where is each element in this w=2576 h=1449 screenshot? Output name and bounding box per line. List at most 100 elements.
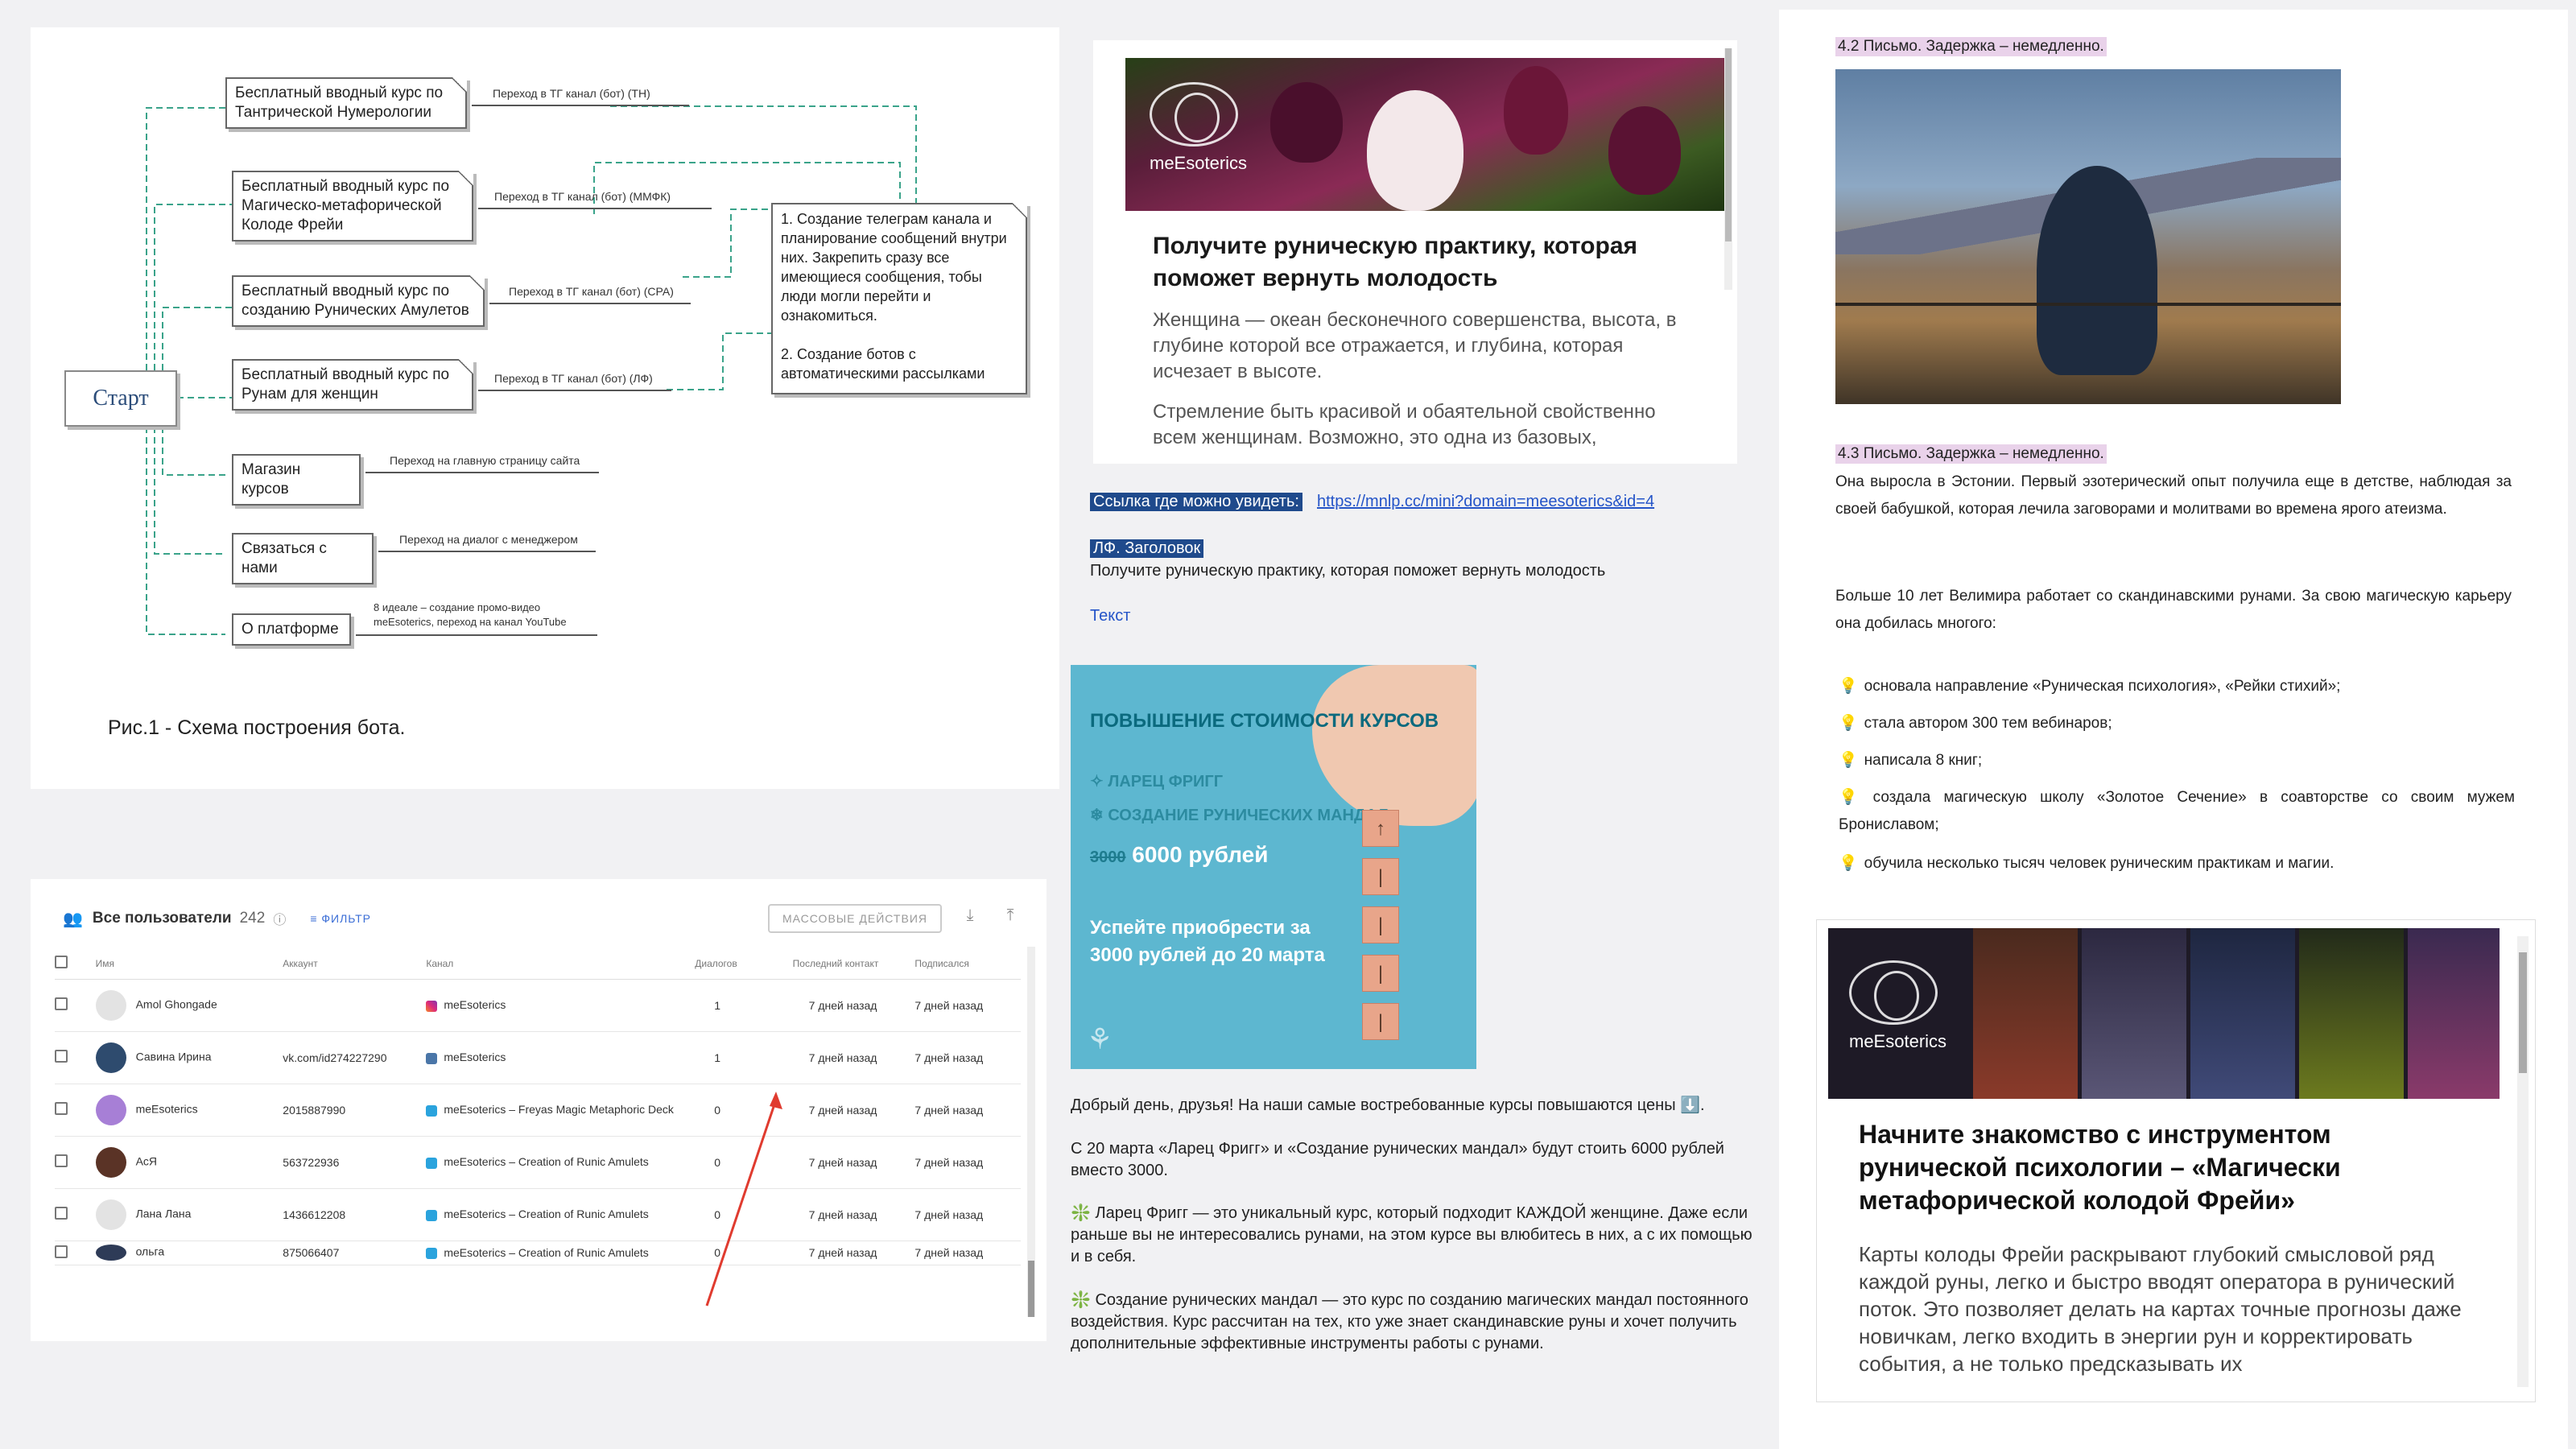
user-name[interactable]: ольга — [136, 1245, 165, 1258]
table-row[interactable]: ольга 875066407 meEsoterics – Creation o… — [55, 1241, 1021, 1265]
col-account[interactable]: Аккаунт — [283, 948, 427, 980]
wooden-blocks: ↑ | | | | — [1362, 810, 1399, 1051]
row-checkbox[interactable] — [55, 1207, 68, 1220]
edge-label: Переход в ТГ канал (бот) (ММФК) — [494, 190, 671, 203]
col-last-contact[interactable]: Последний контакт — [792, 948, 915, 980]
user-channel: meEsoterics — [444, 998, 506, 1012]
diagram-node-tantric: Бесплатный вводный курс по Тантрической … — [225, 77, 467, 129]
card-image — [2190, 928, 2295, 1099]
user-last-contact: 7 дней назад — [792, 1031, 915, 1084]
user-subscribed: 7 дней назад — [914, 1188, 1021, 1241]
email-body-text: С 20 марта «Ларец Фригг» и «Создание рун… — [1071, 1140, 1724, 1179]
email-body-text: ❇️ Ларец Фригг — это уникальный курс, ко… — [1071, 1204, 1752, 1265]
instagram-icon — [426, 1000, 438, 1012]
user-name[interactable]: АсЯ — [136, 1154, 157, 1167]
mass-actions-button[interactable]: МАССОВЫЕ ДЕЙСТВИЯ — [767, 904, 942, 933]
table-row[interactable]: Amol Ghongade meEsoterics 1 7 дней назад… — [55, 979, 1021, 1032]
col-name[interactable]: Имя — [95, 948, 283, 980]
table-row[interactable]: АсЯ 563722936 meEsoterics – Creation of … — [55, 1136, 1021, 1189]
edge-label: Переход на главную страницу сайта — [390, 454, 580, 467]
card-image — [1973, 928, 2078, 1099]
telegram-icon — [426, 1104, 438, 1117]
upload-icon[interactable]: ⤒ — [998, 906, 1022, 931]
user-account: 1436612208 — [283, 1188, 427, 1241]
user-channel: meEsoterics – Freyas Magic Metaphoric De… — [444, 1103, 674, 1117]
promo-item-text: СОЗДАНИЕ РУНИЧЕСКИХ МАНДАЛ — [1108, 807, 1389, 824]
user-last-contact: 7 дней назад — [792, 1241, 915, 1265]
filter-button[interactable]: ≡ ФИЛЬТР — [310, 912, 371, 925]
filter-label: ФИЛЬТР — [321, 912, 371, 925]
email-scrollbar[interactable] — [1724, 48, 1732, 290]
avatar — [95, 989, 126, 1021]
email-paragraph: Женщина — океан бесконечного совершенств… — [1153, 309, 1677, 382]
text-link[interactable]: Текст — [1090, 607, 1130, 625]
figure-caption: Рис.1 - Схема построения бота. — [108, 716, 406, 739]
table-row[interactable]: meEsoterics 2015887990 meEsoterics – Fre… — [55, 1084, 1021, 1137]
list-item: 💡 обучила несколько тысяч человек руничес… — [1839, 850, 2515, 877]
promo-item: ✧ ЛАРЕЦ ФРИГГ — [1090, 773, 1224, 791]
user-name[interactable]: Amol Ghongade — [136, 997, 217, 1010]
user-channel: meEsoterics – Creation of Runic Amulets — [444, 1245, 649, 1259]
users-toolbar: 👥 Все пользователи 242 ⓘ ≡ ФИЛЬТР МАССОВ… — [63, 898, 1022, 939]
logo-mark-icon — [1849, 960, 1938, 1025]
user-dialogs: 1 — [695, 1031, 793, 1084]
edge-line — [478, 208, 712, 209]
block: | — [1362, 858, 1399, 895]
user-name[interactable]: meEsoterics — [136, 1102, 198, 1115]
table-scrollbar[interactable] — [1027, 947, 1035, 1317]
col-channel[interactable]: Канал — [426, 948, 696, 980]
diagram-node-contact: Связаться с нами — [232, 533, 374, 584]
woman-image — [2037, 166, 2157, 375]
user-dialogs: 1 — [695, 979, 793, 1032]
edge-label: 8 идеале – создание промо-видео meEsoter… — [374, 601, 567, 628]
list-item: 💡 основала направление «Руническая психол… — [1839, 673, 2515, 700]
user-account: 563722936 — [283, 1136, 427, 1189]
node-label: Бесплатный вводный курс по Рунам для жен… — [242, 366, 450, 402]
vk-icon — [426, 1052, 438, 1064]
letter-label: 4.2 Письмо. Задержка – немедленно. — [1835, 37, 2107, 56]
avatar — [95, 1199, 126, 1230]
edge-line — [365, 472, 599, 473]
user-subscribed: 7 дней назад — [914, 1241, 1021, 1265]
users-table: Имя Аккаунт Канал Диалогов Последний кон… — [55, 948, 1021, 1265]
edge-line — [378, 551, 596, 552]
promo-image: ПОВЫШЕНИЕ СТОИМОСТИ КУРСОВ ✧ ЛАРЕЦ ФРИГГ… — [1071, 665, 1476, 1069]
list-item-text: основала направление «Руническая психоло… — [1864, 678, 2341, 695]
row-checkbox[interactable] — [55, 997, 68, 1010]
card-image — [2299, 928, 2404, 1099]
edge-label: Переход в ТГ канал (бот) (ЛФ) — [494, 372, 653, 385]
select-all-checkbox[interactable] — [55, 956, 68, 969]
email-heading: Получите руническую практику, которая по… — [1153, 233, 1638, 291]
diagram-node-about: О платформе — [232, 613, 351, 646]
email-scrollbar[interactable] — [2517, 936, 2529, 1387]
table-row[interactable]: Савина Ирина vk.com/id274227290 meEsoter… — [55, 1031, 1021, 1084]
user-name[interactable]: Лана Лана — [136, 1207, 192, 1220]
row-checkbox[interactable] — [55, 1050, 68, 1063]
table-row[interactable]: Лана Лана 1436612208 meEsoterics – Creat… — [55, 1188, 1021, 1241]
avatar — [95, 1146, 126, 1178]
node-label: Связаться с нами — [242, 540, 327, 576]
row-checkbox[interactable] — [55, 1102, 68, 1115]
user-last-contact: 7 дней назад — [792, 1188, 915, 1241]
diagram-node-freya: Бесплатный вводный курс по Магическо-мет… — [232, 171, 473, 242]
col-subscribed[interactable]: Подписался — [914, 948, 1021, 980]
select-all-header[interactable] — [55, 948, 96, 980]
help-icon[interactable]: ⓘ — [273, 909, 286, 928]
col-dialogs[interactable]: Диалогов — [695, 948, 793, 980]
diagram-connectors — [146, 105, 917, 635]
hand-image — [1312, 665, 1476, 826]
user-account: vk.com/id274227290 — [283, 1031, 427, 1084]
download-icon[interactable]: ⤓ — [958, 906, 982, 931]
user-name[interactable]: Савина Ирина — [136, 1050, 212, 1063]
block: | — [1362, 906, 1399, 943]
user-subscribed: 7 дней назад — [914, 1031, 1021, 1084]
user-subscribed: 7 дней назад — [914, 1136, 1021, 1189]
user-channel: meEsoterics – Creation of Runic Amulets — [444, 1155, 649, 1169]
row-checkbox[interactable] — [55, 1245, 68, 1258]
preview-link[interactable]: https://mnlp.cc/mini?domain=meesoterics&… — [1317, 493, 1654, 511]
telegram-icon — [426, 1209, 438, 1221]
logo-text: meEsoterics — [1150, 153, 1248, 173]
edge-line — [478, 390, 671, 391]
meesoterics-logo: meEsoterics — [1150, 82, 1247, 174]
row-checkbox[interactable] — [55, 1154, 68, 1167]
